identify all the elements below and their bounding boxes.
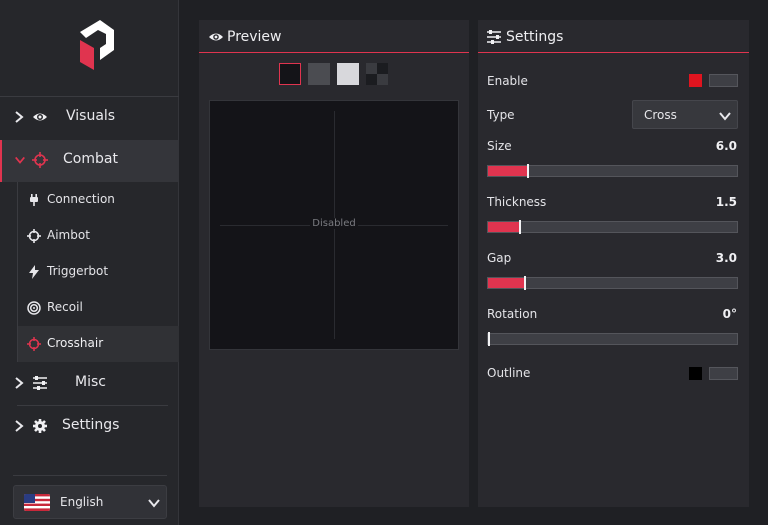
size-slider-handle[interactable] (527, 164, 529, 178)
sliders-icon (487, 30, 501, 44)
gap-label: Gap (487, 251, 512, 265)
preview-header: Preview (199, 20, 469, 53)
subitem-recoil[interactable]: Recoil (17, 290, 179, 326)
language-select[interactable]: English (13, 485, 167, 519)
sidebar-item-misc[interactable]: Misc (0, 363, 179, 405)
sidebar-divider (13, 475, 167, 476)
chevron-right-icon (15, 420, 24, 432)
swatch-gray[interactable] (308, 63, 330, 85)
settings-panel: Settings Enable Type Cross Size 6.0 Thic… (478, 20, 749, 507)
subitem-triggerbot[interactable]: Triggerbot (17, 254, 179, 290)
subitem-label: Crosshair (47, 336, 104, 350)
crosshair-icon (27, 337, 41, 351)
preview-title: Preview (227, 29, 282, 45)
swatch-white[interactable] (337, 63, 359, 85)
size-label: Size (487, 139, 512, 153)
subitem-label: Aimbot (47, 228, 90, 242)
sidebar-item-label: Combat (63, 151, 118, 167)
outline-label: Outline (487, 366, 531, 380)
outline-toggle[interactable] (709, 367, 738, 380)
thickness-slider-handle[interactable] (519, 220, 521, 234)
sidebar: Visuals Combat Connection Aimbot Trigger… (0, 0, 179, 525)
subitem-label: Recoil (47, 300, 83, 314)
gear-icon (33, 419, 47, 433)
sidebar-item-label: Settings (62, 417, 120, 433)
chevron-right-icon (15, 111, 24, 123)
type-select[interactable]: Cross (632, 100, 738, 129)
settings-header: Settings (478, 20, 749, 53)
eye-icon (209, 33, 223, 41)
swatch-black[interactable] (279, 63, 301, 85)
language-label: English (60, 495, 104, 509)
outline-color-picker[interactable] (689, 367, 702, 380)
sidebar-item-label: Misc (75, 374, 106, 390)
gap-slider-handle[interactable] (524, 276, 526, 290)
rotation-label: Rotation (487, 307, 538, 321)
us-flag-icon (24, 494, 50, 511)
chevron-down-icon (719, 112, 731, 121)
enable-toggle[interactable] (709, 74, 738, 87)
lightning-icon (29, 265, 39, 279)
gap-slider-fill (488, 278, 525, 288)
subitem-aimbot[interactable]: Aimbot (17, 218, 179, 254)
type-label: Type (487, 108, 515, 122)
chevron-down-icon (15, 156, 25, 164)
gap-value: 3.0 (715, 251, 737, 265)
preview-panel: Preview Disabled (199, 20, 469, 507)
logo-icon (80, 20, 114, 70)
bullseye-icon (27, 301, 41, 315)
chevron-down-icon (148, 499, 160, 508)
thickness-slider-fill (488, 222, 520, 232)
thickness-slider[interactable] (487, 220, 738, 234)
sidebar-item-settings[interactable]: Settings (0, 406, 179, 448)
gap-slider[interactable] (487, 276, 738, 290)
enable-color-picker[interactable] (689, 74, 702, 87)
sidebar-item-label: Visuals (66, 108, 116, 124)
thickness-label: Thickness (487, 195, 547, 209)
swatch-checker[interactable] (366, 63, 388, 85)
type-select-value: Cross (644, 108, 677, 122)
plug-icon (30, 194, 38, 206)
rotation-slider-handle[interactable] (488, 332, 490, 346)
size-value: 6.0 (715, 139, 737, 153)
sliders-icon (33, 376, 47, 390)
size-slider-fill (488, 166, 528, 176)
subitem-label: Connection (47, 192, 115, 206)
crosshair-icon (32, 152, 48, 168)
thickness-value: 1.5 (715, 195, 737, 209)
rotation-value: 0° (722, 307, 737, 321)
settings-title: Settings (506, 29, 564, 45)
subitem-label: Triggerbot (47, 264, 109, 278)
crosshair-preview: Disabled (209, 100, 459, 350)
subitem-connection[interactable]: Connection (17, 182, 179, 218)
preview-status: Disabled (310, 218, 358, 229)
size-slider[interactable] (487, 164, 738, 178)
enable-label: Enable (487, 74, 528, 88)
sidebar-item-visuals[interactable]: Visuals (0, 97, 179, 139)
chevron-right-icon (15, 377, 24, 389)
subitem-crosshair[interactable]: Crosshair (17, 326, 179, 362)
rotation-slider[interactable] (487, 332, 738, 346)
eye-icon (33, 113, 47, 121)
sidebar-item-combat[interactable]: Combat (0, 140, 179, 182)
target-icon (27, 229, 41, 243)
